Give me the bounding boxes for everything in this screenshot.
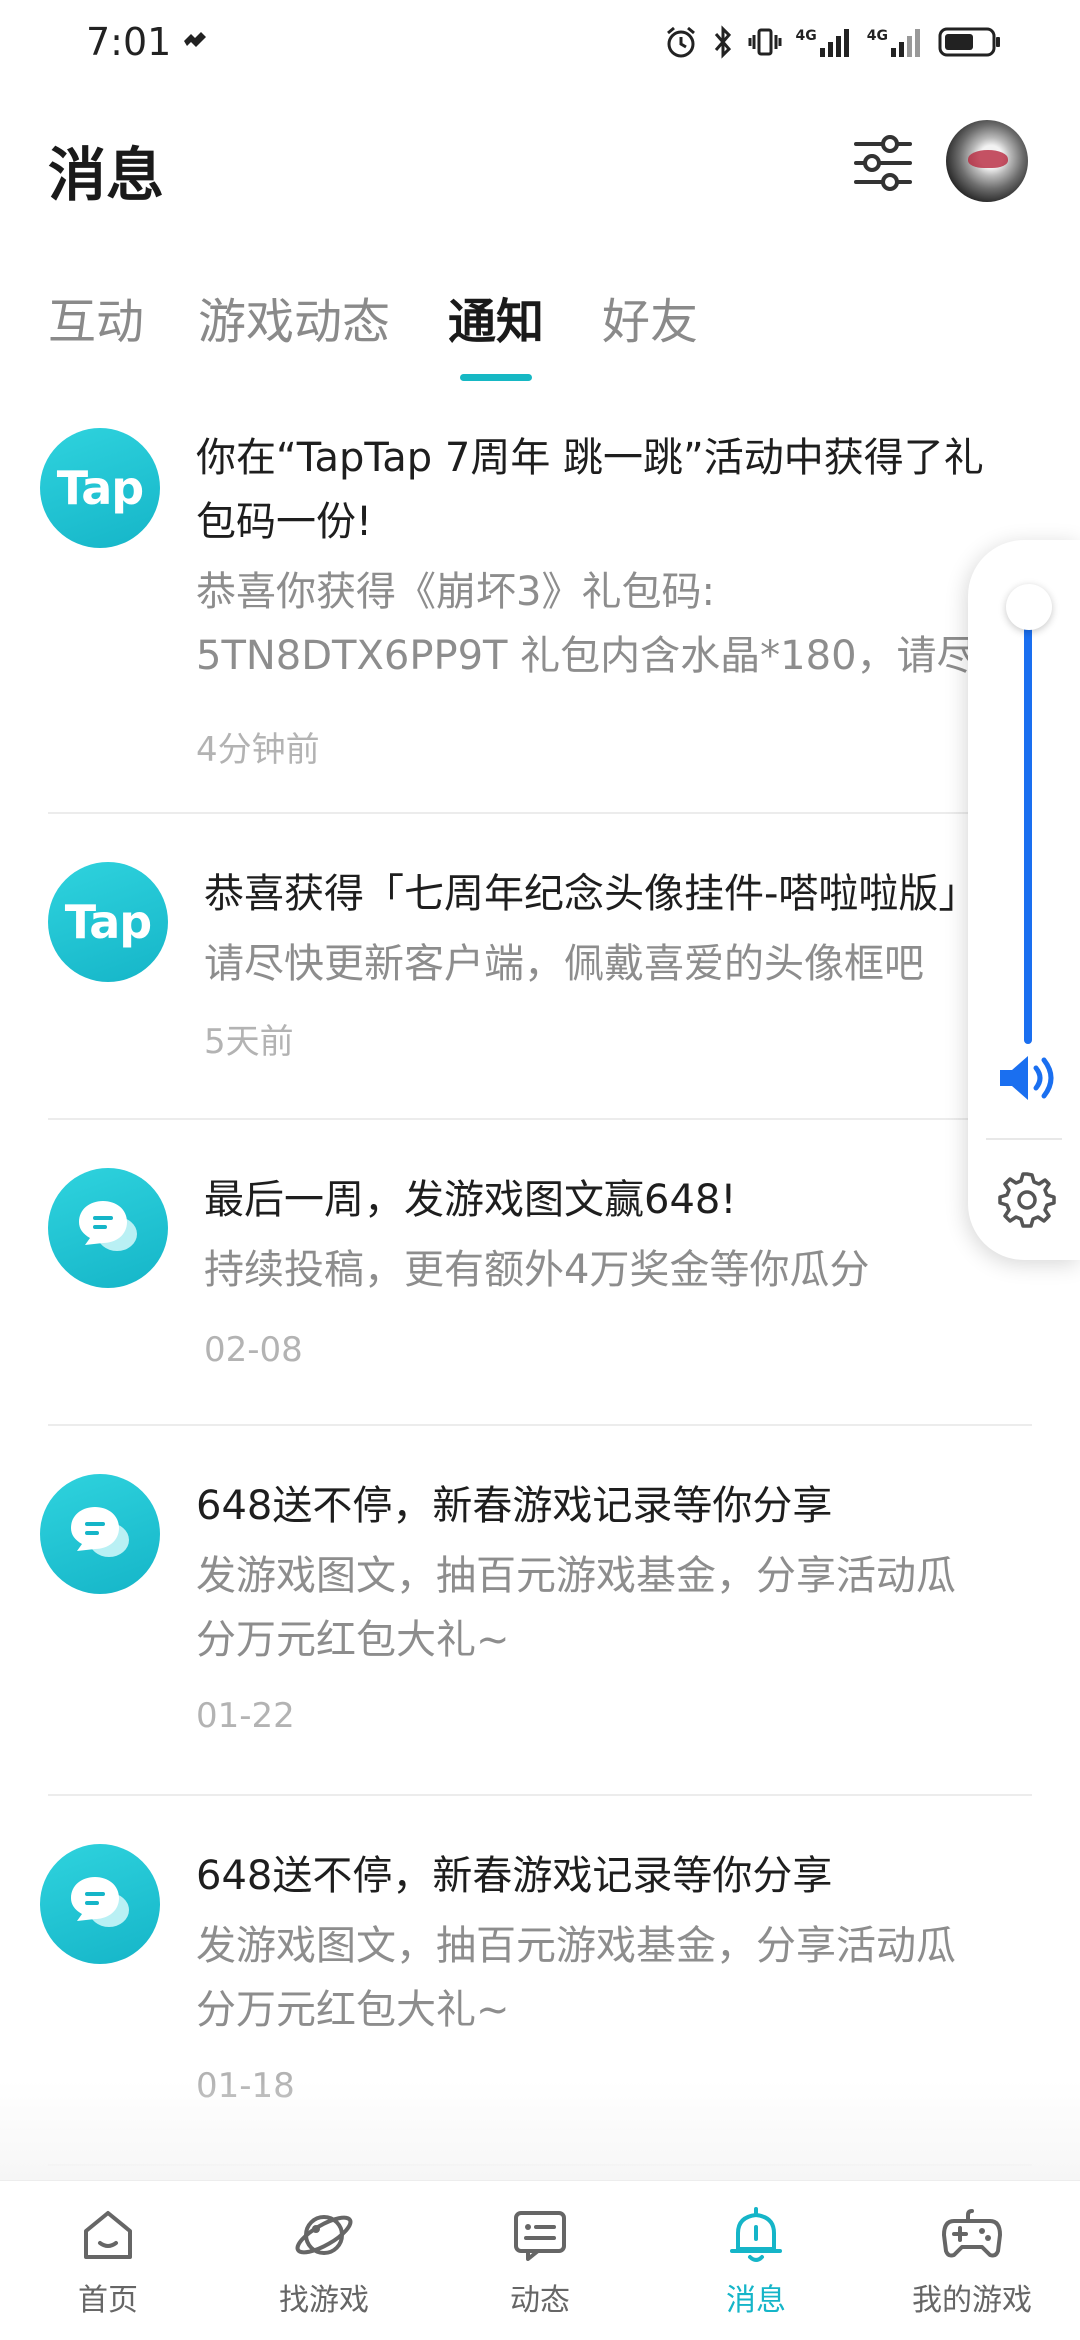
planet-icon [295, 2215, 353, 2255]
notification-time: 4分钟前 [196, 730, 320, 770]
nav-label: 首页 [78, 2283, 138, 2318]
tab-interaction[interactable]: 互动 [48, 282, 144, 352]
notification-item[interactable]: 648送不停，新春游戏记录等你分享 发游戏图文，抽百元游戏基金，分享活动瓜 分万… [0, 1426, 1080, 1796]
signal-strength-icon [891, 29, 920, 57]
nav-find-games[interactable]: 找游戏 [224, 2203, 424, 2323]
tab-notifications[interactable]: 通知 [448, 282, 544, 352]
notification-item[interactable]: 最后一周，发游戏图文赢648! 持续投稿，更有额外4万奖金等你瓜分 02-08 [0, 1120, 1080, 1426]
notification-time: 02-08 [204, 1330, 303, 1370]
feed-icon [514, 2211, 566, 2261]
chat-bubble-icon [48, 1168, 168, 1288]
home-icon [84, 2211, 132, 2259]
notification-badge-icon [184, 32, 207, 47]
network-type-label: 4G [866, 28, 888, 44]
chat-bubble-glyph [71, 1507, 129, 1557]
notification-title: 最后一周，发游戏图文赢648! [204, 1177, 737, 1223]
sound-settings-gear-icon[interactable] [998, 1170, 1056, 1228]
signal-group-1: 4G [796, 26, 853, 58]
volume-panel [968, 540, 1080, 1260]
chat-bubble-glyph [71, 1877, 129, 1927]
filter-settings-icon[interactable] [850, 130, 916, 196]
notification-body: 请尽快更新客户端，佩戴喜爱的头像框吧 [204, 941, 924, 987]
notification-title: 恭喜获得「七周年纪念头像挂件-嗒啦啦版」 [204, 871, 979, 917]
notification-body: 发游戏图文，抽百元游戏基金，分享活动瓜 分万元红包大礼~ [196, 1553, 956, 1663]
chat-bubble-icon [40, 1474, 160, 1594]
clock-text: 7:01 [86, 20, 172, 64]
user-avatar[interactable] [946, 120, 1028, 202]
taptap-logo-icon: Tap [40, 428, 160, 548]
network-type-label: 4G [795, 28, 817, 44]
notification-body: 恭喜你获得《崩坏3》礼包码: 5TN8DTX6PP9T 礼包内含水晶*180，请… [196, 569, 1017, 679]
volume-separator [986, 1138, 1062, 1140]
notification-title: 648送不停，新春游戏记录等你分享 [196, 1853, 833, 1899]
nav-my-games[interactable]: 我的游戏 [872, 2203, 1072, 2323]
chat-bubble-glyph [79, 1201, 137, 1251]
notification-body: 发游戏图文，抽百元游戏基金，分享活动瓜 分万元红包大礼~ [196, 1923, 956, 2033]
signal-strength-icon [819, 29, 849, 57]
vibrate-icon [748, 28, 782, 56]
notification-item[interactable]: Tap 恭喜获得「七周年纪念头像挂件-嗒啦啦版」 请尽快更新客户端，佩戴喜爱的头… [0, 814, 1080, 1120]
speaker-volume-icon[interactable] [996, 1050, 1062, 1106]
status-bar: 7:01 4G 4G [0, 0, 1080, 84]
alarm-icon [666, 26, 695, 58]
bell-icon [730, 2207, 782, 2262]
battery-icon [938, 27, 1000, 57]
active-tab-indicator [460, 374, 532, 381]
volume-level-fill [1024, 607, 1032, 1044]
header: 消息 [0, 120, 1080, 220]
notification-title: 你在“TapTap 7周年 跳一跳”活动中获得了礼 包码一份! [196, 435, 984, 545]
notification-time: 5天前 [204, 1022, 294, 1062]
tab-game-news[interactable]: 游戏动态 [198, 282, 390, 352]
tab-bar: 互动 游戏动态 通知 好友 [0, 282, 1080, 392]
nav-home[interactable]: 首页 [8, 2203, 208, 2323]
bottom-navigation: 首页 找游戏 动态 消息 我的游戏 [0, 2180, 1080, 2340]
gamepad-icon [942, 2209, 1002, 2258]
nav-messages[interactable]: 消息 [656, 2203, 856, 2323]
notification-body: 持续投稿，更有额外4万奖金等你瓜分 [204, 1247, 870, 1293]
notification-time: 01-22 [196, 1696, 295, 1736]
bluetooth-icon [714, 25, 731, 59]
status-icons: 4G 4G [664, 25, 1002, 59]
chat-bubble-icon [40, 1844, 160, 1964]
volume-slider-knob[interactable] [1006, 584, 1052, 630]
nav-label: 找游戏 [279, 2283, 369, 2318]
nav-label: 动态 [510, 2283, 570, 2318]
signal-group-2: 4G [867, 26, 924, 58]
taptap-logo-text: Tap [56, 461, 144, 515]
nav-feed[interactable]: 动态 [440, 2203, 640, 2323]
status-time: 7:01 [86, 20, 209, 64]
page-title: 消息 [48, 141, 165, 209]
notification-item[interactable]: Tap 你在“TapTap 7周年 跳一跳”活动中获得了礼 包码一份! 恭喜你获… [0, 400, 1080, 814]
taptap-logo-icon: Tap [48, 862, 168, 982]
tab-friends[interactable]: 好友 [602, 282, 698, 352]
taptap-logo-text: Tap [64, 895, 152, 949]
notification-title: 648送不停，新春游戏记录等你分享 [196, 1483, 833, 1529]
list-bottom-fade [0, 2080, 1080, 2180]
nav-label: 消息 [726, 2283, 786, 2318]
nav-label: 我的游戏 [912, 2283, 1032, 2318]
